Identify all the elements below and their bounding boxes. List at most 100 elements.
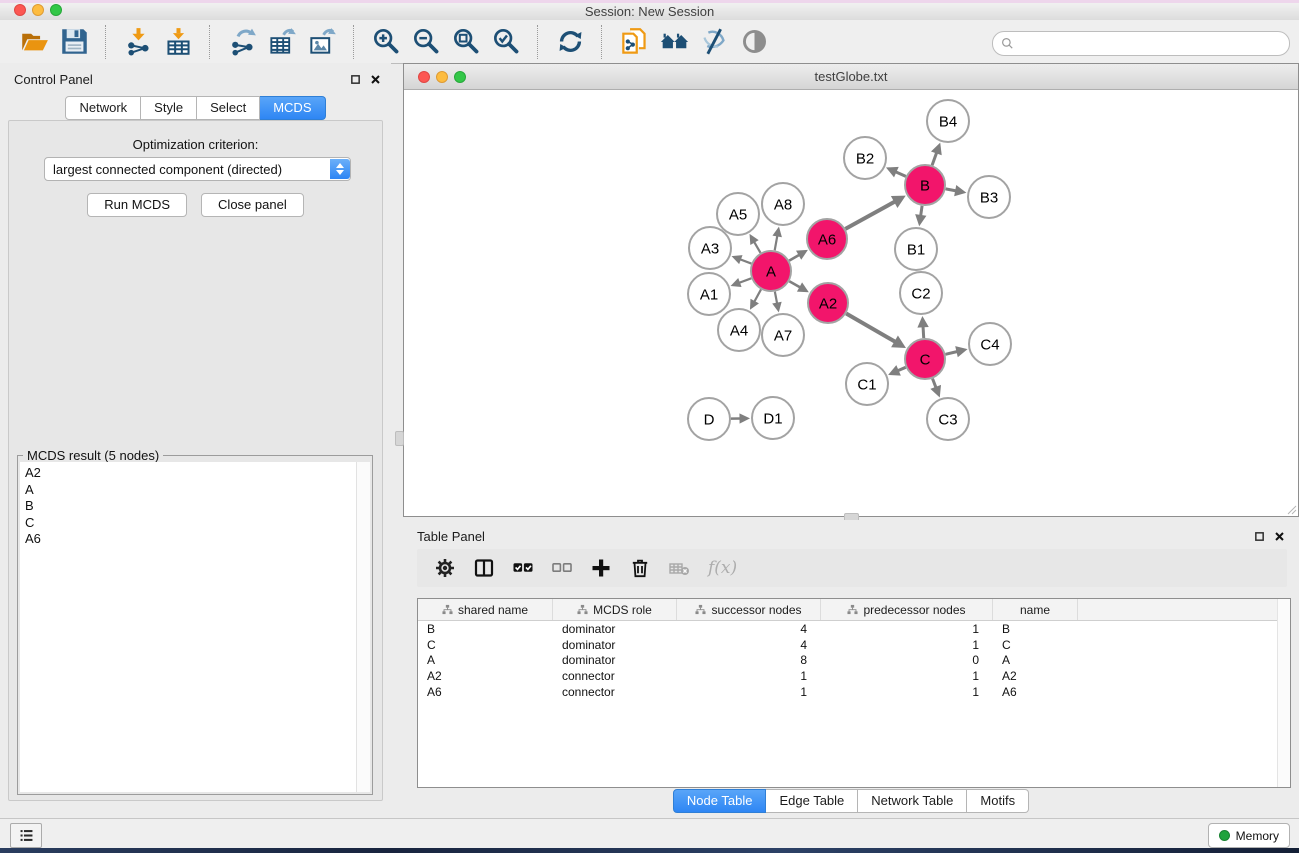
table-cell[interactable]: B (418, 622, 553, 636)
graph-edge-A2-C[interactable] (846, 313, 895, 341)
table-cell[interactable]: 0 (821, 653, 993, 667)
resize-grip-icon[interactable] (1287, 505, 1297, 515)
result-item[interactable]: A2 (20, 465, 357, 482)
table-cell[interactable]: 1 (821, 685, 993, 699)
network-canvas[interactable]: B4B2BB3A8A5A6A3B1AA1C2A2A4A7C4CC1C3DD1 (404, 90, 1298, 516)
float-table-panel-icon[interactable] (1253, 530, 1265, 542)
table-cell[interactable]: dominator (553, 653, 677, 667)
show-panel-icon[interactable] (737, 26, 771, 58)
split-columns-icon[interactable] (472, 556, 496, 580)
graph-edge-A-A4[interactable] (754, 289, 761, 301)
table-cell[interactable]: 4 (677, 638, 821, 652)
table-cell[interactable]: 1 (821, 669, 993, 683)
graph-edge-A-A5[interactable] (754, 242, 760, 253)
table-row[interactable]: A2connector11A2 (418, 668, 1290, 684)
memory-button[interactable]: Memory (1208, 823, 1290, 848)
column-header-MCDS-role[interactable]: MCDS role (553, 599, 677, 620)
table-scrollbar[interactable] (1277, 599, 1290, 787)
duplicate-network-icon[interactable] (617, 26, 651, 58)
tab-select[interactable]: Select (197, 96, 260, 120)
table-cell[interactable]: 1 (821, 638, 993, 652)
tab-mcds[interactable]: MCDS (260, 96, 325, 120)
tab-motifs[interactable]: Motifs (967, 789, 1029, 813)
graph-node-C[interactable]: C (905, 339, 945, 379)
float-panel-icon[interactable] (349, 73, 361, 85)
home-icon[interactable] (657, 26, 691, 58)
column-header-name[interactable]: name (993, 599, 1078, 620)
node-table[interactable]: shared nameMCDS rolesuccessor nodesprede… (417, 598, 1291, 788)
zoom-in-icon[interactable] (369, 26, 403, 58)
graph-node-B[interactable]: B (905, 165, 945, 205)
close-table-panel-icon[interactable] (1273, 530, 1285, 542)
graph-edge-B-B2[interactable] (895, 172, 905, 177)
graph-edge-C-C4[interactable] (945, 352, 957, 355)
graph-node-C1[interactable]: C1 (846, 363, 888, 405)
table-row[interactable]: Adominator80A (418, 653, 1290, 669)
vertical-splitter-handle[interactable] (395, 431, 404, 446)
close-panel-button[interactable]: Close panel (201, 193, 304, 217)
graph-node-B4[interactable]: B4 (927, 100, 969, 142)
column-header-predecessor-nodes[interactable]: predecessor nodes (821, 599, 993, 620)
close-panel-icon[interactable] (369, 73, 381, 85)
graph-node-C2[interactable]: C2 (900, 272, 942, 314)
import-network-icon[interactable] (121, 26, 155, 58)
table-cell[interactable]: C (418, 638, 553, 652)
graph-node-C4[interactable]: C4 (969, 323, 1011, 365)
table-cell[interactable]: A6 (993, 685, 1078, 699)
graph-edge-A-A6[interactable] (789, 255, 799, 261)
graph-node-B1[interactable]: B1 (895, 228, 937, 270)
table-cell[interactable]: A (993, 653, 1078, 667)
table-cell[interactable]: 1 (677, 669, 821, 683)
search-input[interactable] (1015, 35, 1289, 53)
table-row[interactable]: A6connector11A6 (418, 684, 1290, 700)
table-cell[interactable]: 4 (677, 622, 821, 636)
task-history-button[interactable] (10, 823, 42, 848)
optimization-dropdown[interactable]: largest connected component (directed) (44, 157, 351, 181)
result-item[interactable]: A6 (20, 531, 357, 548)
network-window-titlebar[interactable]: testGlobe.txt (404, 64, 1298, 90)
tab-style[interactable]: Style (141, 96, 197, 120)
table-cell[interactable]: A2 (418, 669, 553, 683)
graph-node-A1[interactable]: A1 (688, 273, 730, 315)
graph-node-A7[interactable]: A7 (762, 314, 804, 356)
add-column-icon[interactable] (589, 556, 613, 580)
graph-node-A4[interactable]: A4 (718, 309, 760, 351)
tab-edge-table[interactable]: Edge Table (766, 789, 858, 813)
zoom-selected-icon[interactable] (489, 26, 523, 58)
graph-edge-A-A7[interactable] (775, 292, 777, 304)
graph-node-A2[interactable]: A2 (808, 283, 848, 323)
table-cell[interactable]: C (993, 638, 1078, 652)
graph-edge-A6-B[interactable] (845, 202, 895, 229)
table-cell[interactable]: dominator (553, 638, 677, 652)
table-cell[interactable]: A6 (418, 685, 553, 699)
graph-node-A5[interactable]: A5 (717, 193, 759, 235)
table-cell[interactable]: connector (553, 685, 677, 699)
result-item[interactable]: B (20, 498, 357, 515)
tab-network[interactable]: Network (65, 96, 141, 120)
import-table-icon[interactable] (161, 26, 195, 58)
table-cell[interactable]: B (993, 622, 1078, 636)
tab-network-table[interactable]: Network Table (858, 789, 967, 813)
hide-panels-icon[interactable] (697, 26, 731, 58)
graph-edge-C-C2[interactable] (923, 326, 924, 338)
table-cell[interactable]: A2 (993, 669, 1078, 683)
graph-edge-A-A8[interactable] (775, 235, 778, 250)
gear-icon[interactable] (433, 556, 457, 580)
result-scrollbar[interactable] (356, 462, 370, 792)
graph-edge-A-A3[interactable] (740, 259, 751, 263)
table-cell[interactable]: 1 (821, 622, 993, 636)
graph-node-A8[interactable]: A8 (762, 183, 804, 225)
graph-node-D[interactable]: D (688, 398, 730, 440)
save-session-icon[interactable] (57, 26, 91, 58)
delete-icon[interactable] (628, 556, 652, 580)
graph-edge-A-A2[interactable] (789, 281, 800, 287)
search-box[interactable] (992, 31, 1290, 56)
result-item[interactable]: C (20, 515, 357, 532)
table-row[interactable]: Cdominator41C (418, 637, 1290, 653)
table-cell[interactable]: 8 (677, 653, 821, 667)
tab-node-table[interactable]: Node Table (673, 789, 767, 813)
zoom-fit-icon[interactable] (449, 26, 483, 58)
table-cell[interactable]: connector (553, 669, 677, 683)
graph-node-A6[interactable]: A6 (807, 219, 847, 259)
zoom-out-icon[interactable] (409, 26, 443, 58)
